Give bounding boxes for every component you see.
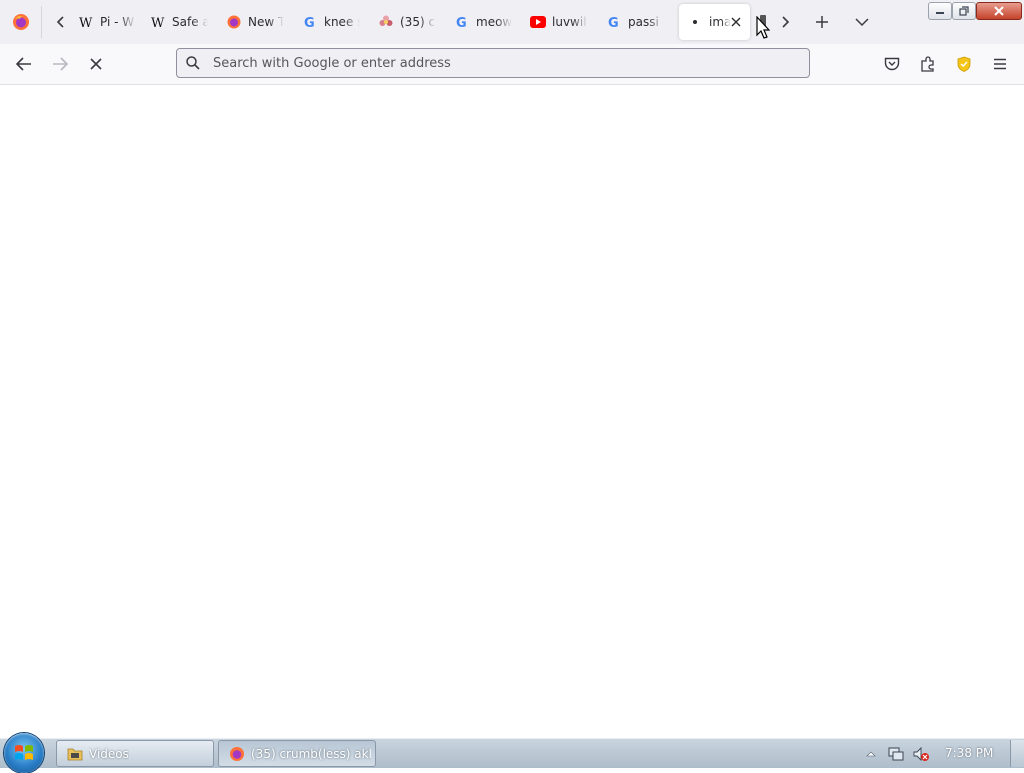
- svg-text:W: W: [151, 16, 165, 28]
- chevron-down-icon: [855, 18, 869, 27]
- youtube-icon: [530, 14, 546, 30]
- minimize-window-button[interactable]: [928, 2, 952, 20]
- firefox-view-button[interactable]: [0, 0, 42, 44]
- list-all-tabs-button[interactable]: [848, 8, 876, 36]
- tab-title: knee s: [324, 15, 360, 29]
- address-input[interactable]: [211, 54, 775, 72]
- taskbar-item-firefox[interactable]: (35) crumb(less) akk...: [218, 740, 376, 767]
- taskbar-item-label: (35) crumb(less) akk...: [251, 746, 371, 761]
- close-tab-button[interactable]: [728, 14, 744, 30]
- svg-text:W: W: [79, 16, 93, 28]
- new-tab-button[interactable]: [808, 8, 836, 36]
- minimize-icon: [936, 12, 944, 14]
- tab-google-passi[interactable]: G passi: [598, 4, 674, 40]
- volume-muted-icon[interactable]: [912, 739, 930, 768]
- tab-title: Safe a: [172, 15, 208, 29]
- page-content-area[interactable]: [0, 85, 1024, 738]
- tab-title: meow: [476, 15, 512, 29]
- application-menu-button[interactable]: [986, 50, 1014, 78]
- save-to-pocket-button[interactable]: [878, 50, 906, 78]
- google-icon: G: [606, 14, 622, 30]
- stop-loading-button[interactable]: [82, 50, 110, 78]
- forward-button[interactable]: [46, 50, 74, 78]
- shield-icon: [957, 56, 971, 72]
- tab-title: New T: [248, 15, 284, 29]
- puzzle-icon: [921, 56, 934, 72]
- firefox-icon: [229, 746, 245, 762]
- tab-title: passi: [628, 15, 659, 29]
- search-icon: [185, 55, 201, 71]
- google-icon: G: [302, 14, 318, 30]
- arrow-right-icon: [53, 57, 68, 71]
- tab-title: (35) c: [400, 15, 436, 29]
- show-desktop-button[interactable]: [1010, 740, 1024, 767]
- restore-window-button[interactable]: [952, 2, 976, 20]
- tab-title: luvwil: [552, 15, 587, 29]
- show-hidden-icons-button[interactable]: [866, 739, 876, 768]
- shield-extension-button[interactable]: [950, 50, 978, 78]
- flower-icon: [378, 14, 394, 30]
- extensions-button[interactable]: [914, 50, 942, 78]
- arrow-left-icon: [16, 57, 31, 71]
- pocket-icon: [884, 57, 900, 71]
- firefox-icon: [13, 14, 29, 30]
- tab-flower-35[interactable]: (35) c: [370, 4, 446, 40]
- tab-youtube-luvwil[interactable]: luvwil: [522, 4, 598, 40]
- close-icon: [90, 58, 102, 70]
- tab-title: Pi - W: [100, 15, 135, 29]
- chevron-left-icon: [56, 16, 64, 28]
- taskbar-item-label: Videos: [89, 746, 129, 761]
- folder-icon: [67, 747, 83, 761]
- hamburger-menu-icon: [994, 58, 1006, 70]
- chevron-right-icon: [782, 16, 790, 28]
- wikipedia-icon: W: [150, 14, 166, 30]
- close-icon: [731, 17, 741, 27]
- tab-google-knee[interactable]: G knee s: [294, 4, 370, 40]
- back-button[interactable]: [10, 50, 38, 78]
- taskbar-item-videos[interactable]: Videos: [56, 740, 214, 767]
- firefox-icon: [226, 14, 242, 30]
- start-button[interactable]: [4, 733, 44, 773]
- loading-dot-icon: [687, 14, 703, 30]
- scroll-tabs-left-button[interactable]: [50, 8, 72, 36]
- tab-active-ima[interactable]: ima: [679, 4, 750, 40]
- svg-text:G: G: [456, 16, 467, 29]
- google-icon: G: [454, 14, 470, 30]
- mouse-cursor-icon: [756, 16, 770, 39]
- svg-text:G: G: [304, 16, 315, 29]
- tab-new-tab[interactable]: New T: [218, 4, 294, 40]
- close-window-button[interactable]: [976, 2, 1022, 20]
- system-clock[interactable]: 7:38 PM: [945, 746, 993, 760]
- tab-pi-wikipedia[interactable]: W Pi - W: [70, 4, 142, 40]
- windows-taskbar: Videos (35) crumb(less) akk... 7:38 PM: [0, 733, 1024, 773]
- address-bar[interactable]: [176, 48, 810, 78]
- tab-strip: W Pi - W W Safe a New T G knee s (35) c …: [0, 0, 1024, 44]
- close-icon: [994, 6, 1004, 16]
- tab-safe-wikipedia[interactable]: W Safe a: [142, 4, 218, 40]
- navigation-toolbar: [0, 44, 1024, 85]
- restore-icon: [959, 6, 969, 16]
- plus-icon: [816, 16, 828, 28]
- windows-logo-icon: [15, 745, 33, 760]
- chevron-up-icon: [866, 751, 876, 756]
- network-icon[interactable]: [887, 739, 905, 768]
- scroll-tabs-right-button[interactable]: [774, 8, 796, 36]
- tab-google-meow[interactable]: G meow: [446, 4, 522, 40]
- wikipedia-icon: W: [78, 14, 94, 30]
- svg-text:G: G: [608, 16, 619, 29]
